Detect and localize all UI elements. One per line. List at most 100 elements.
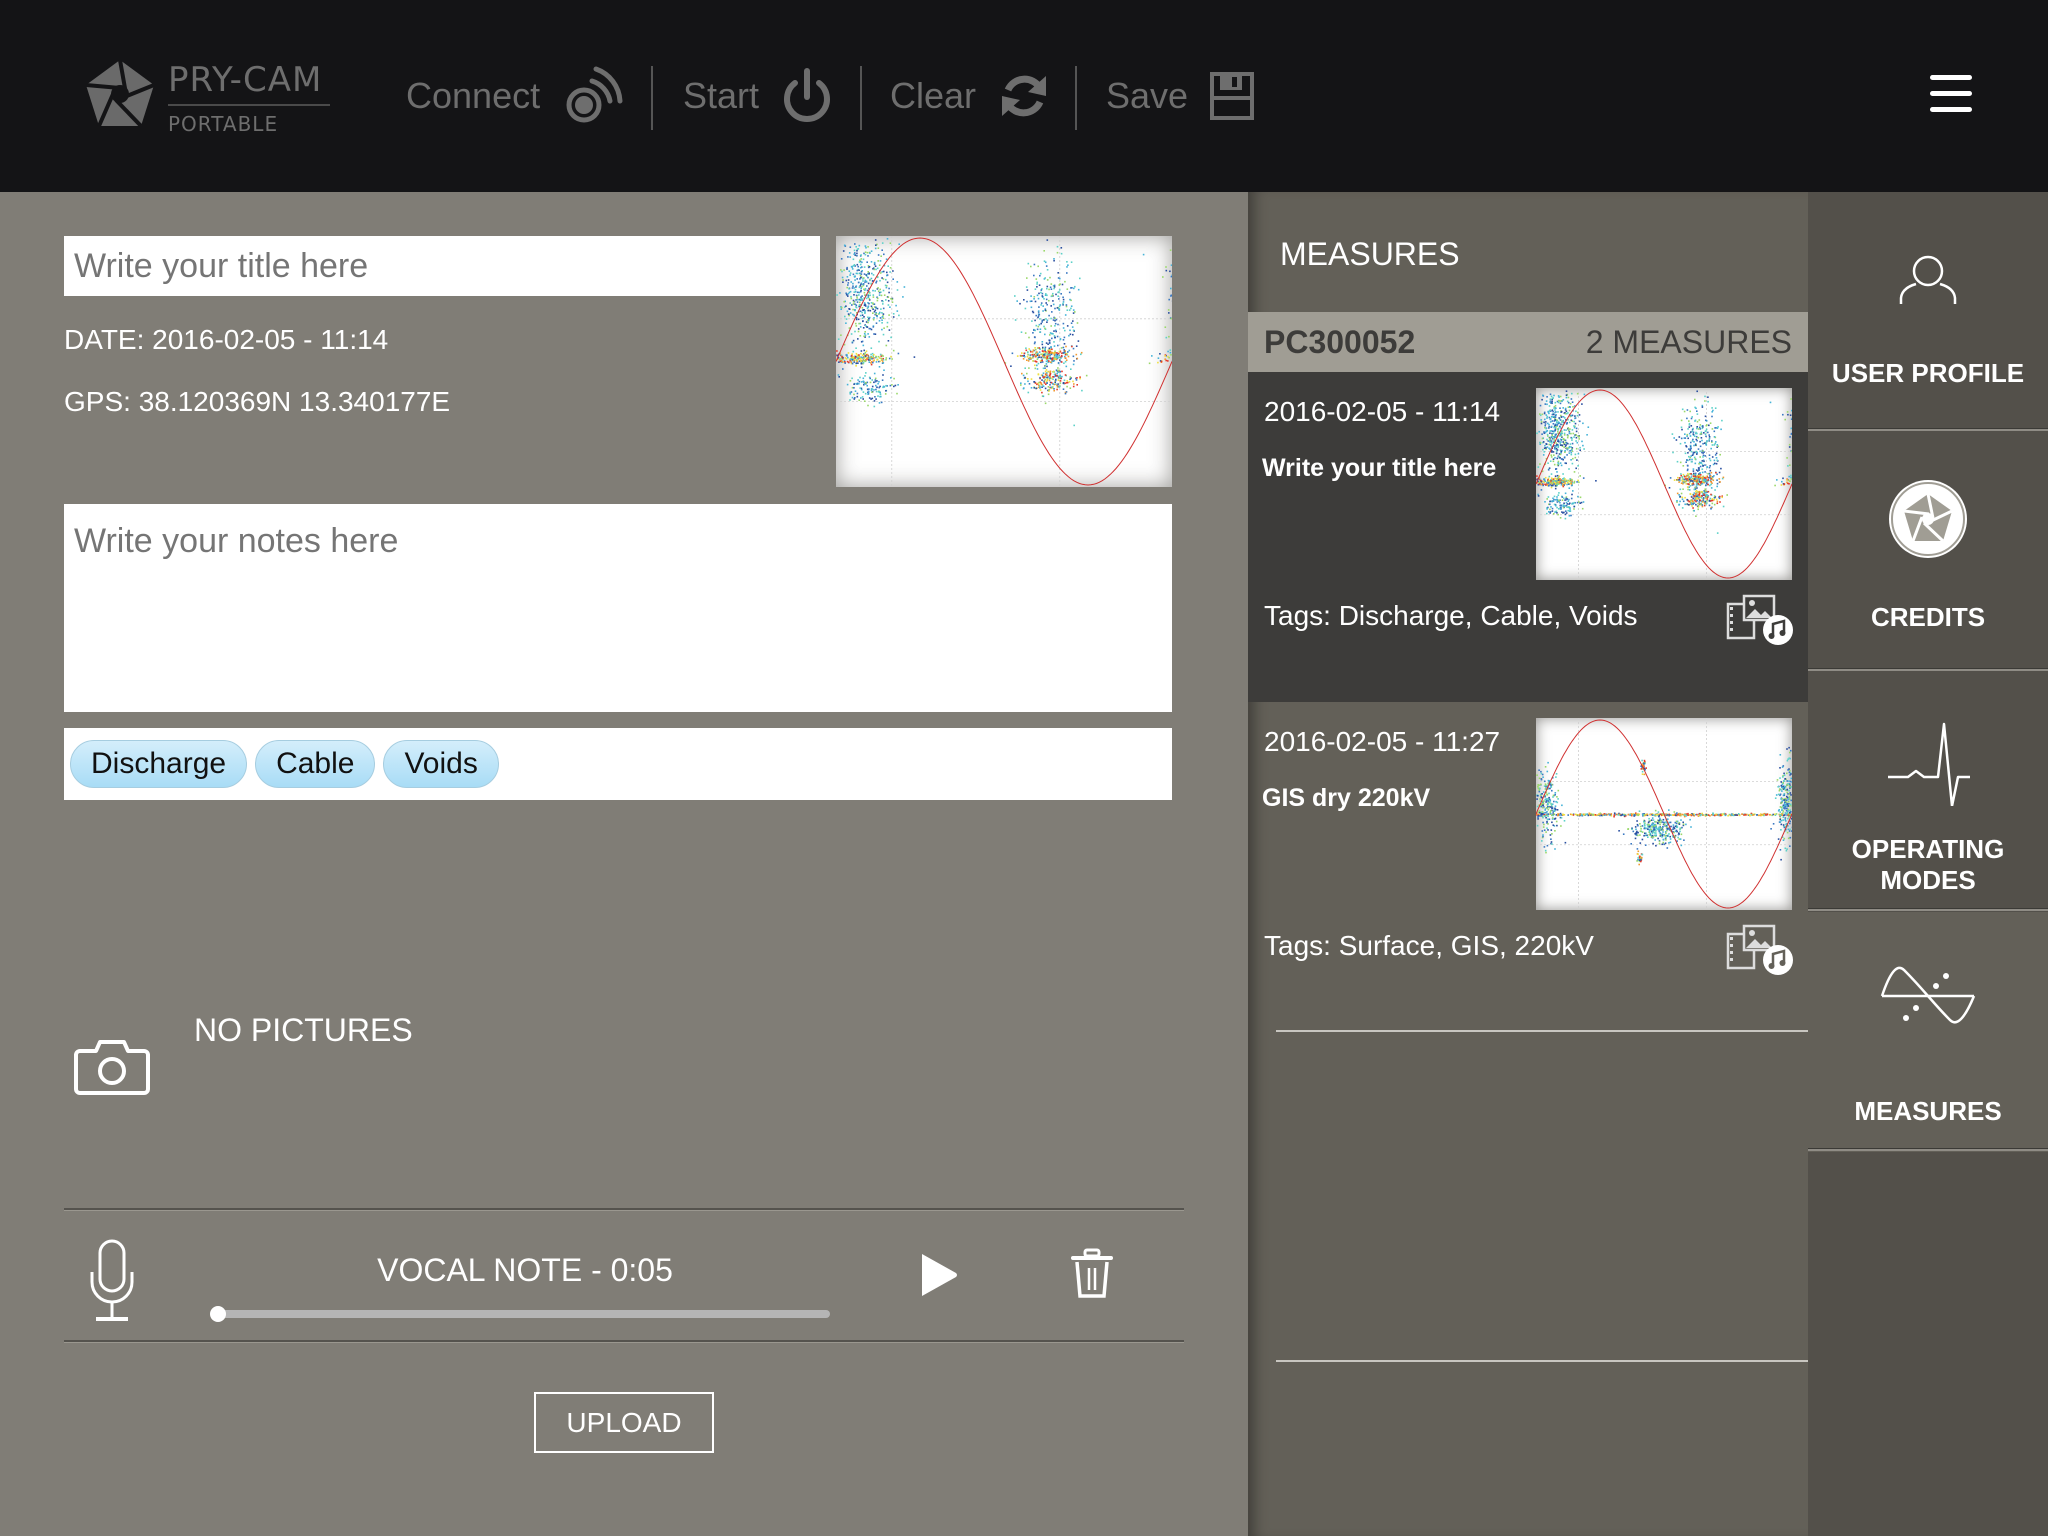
- measure-list-item[interactable]: 2016-02-05 - 11:27 GIS dry 220kV Tags: S…: [1248, 702, 1808, 1032]
- pd-point: [1068, 334, 1070, 337]
- pd-point: [1544, 403, 1547, 405]
- pd-point: [1565, 394, 1568, 396]
- nav-user-profile[interactable]: USER PROFILE: [1808, 192, 2048, 432]
- list-divider: [1276, 1360, 1808, 1362]
- pd-point: [1554, 485, 1557, 487]
- pd-point: [1566, 400, 1569, 403]
- nav-measures[interactable]: MEASURES: [1808, 912, 2048, 1152]
- pd-point: [867, 391, 869, 394]
- pd-point: [1668, 821, 1670, 824]
- pd-point: [1164, 358, 1166, 360]
- tag-chip[interactable]: Cable: [255, 740, 376, 788]
- pd-point: [1171, 274, 1174, 276]
- pd-point: [875, 268, 877, 271]
- connect-button[interactable]: Connect: [406, 60, 624, 132]
- pd-point: [1541, 830, 1544, 832]
- device-group-header[interactable]: PC300052 2 MEASURES: [1248, 312, 1808, 372]
- tag-chip[interactable]: Voids: [383, 740, 499, 788]
- pd-point: [1037, 310, 1040, 312]
- pd-point: [1696, 413, 1699, 415]
- title-input[interactable]: [64, 236, 820, 296]
- play-icon[interactable]: [918, 1252, 960, 1298]
- pd-point: [1537, 818, 1539, 820]
- pd-point: [1785, 809, 1788, 812]
- pd-point: [1714, 462, 1716, 465]
- pd-point: [1575, 440, 1577, 442]
- pd-point: [1026, 355, 1029, 358]
- pd-point: [1563, 814, 1566, 816]
- media-attachments-icon[interactable]: [1726, 924, 1794, 976]
- pd-point: [1690, 813, 1693, 816]
- pd-point: [1559, 812, 1562, 815]
- nav-operating-modes[interactable]: OPERATING MODES: [1808, 672, 2048, 912]
- pd-point: [1565, 510, 1567, 512]
- pd-point: [882, 359, 885, 361]
- pd-point: [1033, 263, 1036, 266]
- pd-point: [867, 319, 870, 322]
- pd-point: [1787, 817, 1789, 820]
- pd-point: [1550, 477, 1553, 479]
- notes-textarea[interactable]: [64, 504, 1172, 712]
- pd-point: [1543, 829, 1546, 831]
- nav-credits[interactable]: CREDITS: [1808, 432, 2048, 672]
- pd-point: [1572, 406, 1574, 408]
- pd-point: [1644, 844, 1647, 846]
- pd-point: [1637, 850, 1640, 853]
- clear-button[interactable]: Clear: [890, 60, 1050, 132]
- pd-point: [857, 265, 859, 268]
- pd-point: [1561, 421, 1563, 423]
- pd-point: [1777, 786, 1779, 788]
- pd-point: [1543, 451, 1546, 453]
- pd-point: [1045, 373, 1048, 376]
- menu-button[interactable]: [1930, 72, 1974, 116]
- pd-point: [1716, 479, 1718, 481]
- trash-icon[interactable]: [1070, 1248, 1114, 1300]
- pd-point: [858, 261, 861, 263]
- start-button[interactable]: Start: [683, 60, 833, 132]
- upload-button[interactable]: UPLOAD: [534, 1392, 714, 1453]
- pd-point: [895, 304, 897, 307]
- pd-point: [881, 249, 883, 251]
- pd-point: [1672, 451, 1674, 454]
- pd-point: [1787, 793, 1789, 795]
- pd-point: [1564, 517, 1567, 520]
- microphone-icon[interactable]: [84, 1238, 140, 1324]
- tag-chip[interactable]: Discharge: [70, 740, 248, 788]
- pd-point: [858, 298, 861, 301]
- pd-point: [1576, 481, 1578, 483]
- vocal-note-progress-slider[interactable]: [210, 1306, 830, 1322]
- pd-point: [1696, 426, 1698, 428]
- pd-point: [1693, 478, 1696, 480]
- media-attachments-icon[interactable]: [1726, 594, 1794, 646]
- pd-point: [1716, 532, 1719, 534]
- pd-point: [890, 355, 892, 358]
- prpd-thumbnail[interactable]: [835, 236, 1174, 487]
- pd-point: [1541, 413, 1544, 416]
- pd-point: [1544, 424, 1546, 427]
- camera-icon[interactable]: [74, 1037, 150, 1095]
- pd-point: [1702, 454, 1705, 457]
- pd-point: [885, 358, 887, 361]
- save-button[interactable]: Save: [1106, 60, 1255, 132]
- pd-point: [888, 314, 890, 316]
- pd-point: [1034, 288, 1037, 290]
- pd-point: [1566, 454, 1568, 456]
- pd-point: [1695, 503, 1697, 506]
- pd-point: [1703, 451, 1705, 453]
- pd-point: [882, 307, 885, 310]
- tags-input[interactable]: Discharge Cable Voids: [64, 728, 1172, 800]
- pd-point: [1693, 472, 1695, 475]
- pd-point: [1704, 433, 1707, 435]
- slider-thumb[interactable]: [210, 1306, 226, 1322]
- measure-tags: Tags: Discharge, Cable, Voids: [1264, 600, 1638, 631]
- pd-point: [1787, 769, 1789, 771]
- pd-point: [882, 289, 885, 292]
- pd-point: [854, 276, 856, 278]
- pd-point: [1062, 296, 1064, 299]
- pd-point: [1711, 411, 1713, 413]
- pd-point: [1683, 839, 1685, 841]
- pd-point: [851, 268, 854, 270]
- measure-list-item[interactable]: 2016-02-05 - 11:14 Write your title here…: [1248, 372, 1808, 702]
- pd-point: [1786, 772, 1788, 775]
- pd-point: [1643, 814, 1646, 816]
